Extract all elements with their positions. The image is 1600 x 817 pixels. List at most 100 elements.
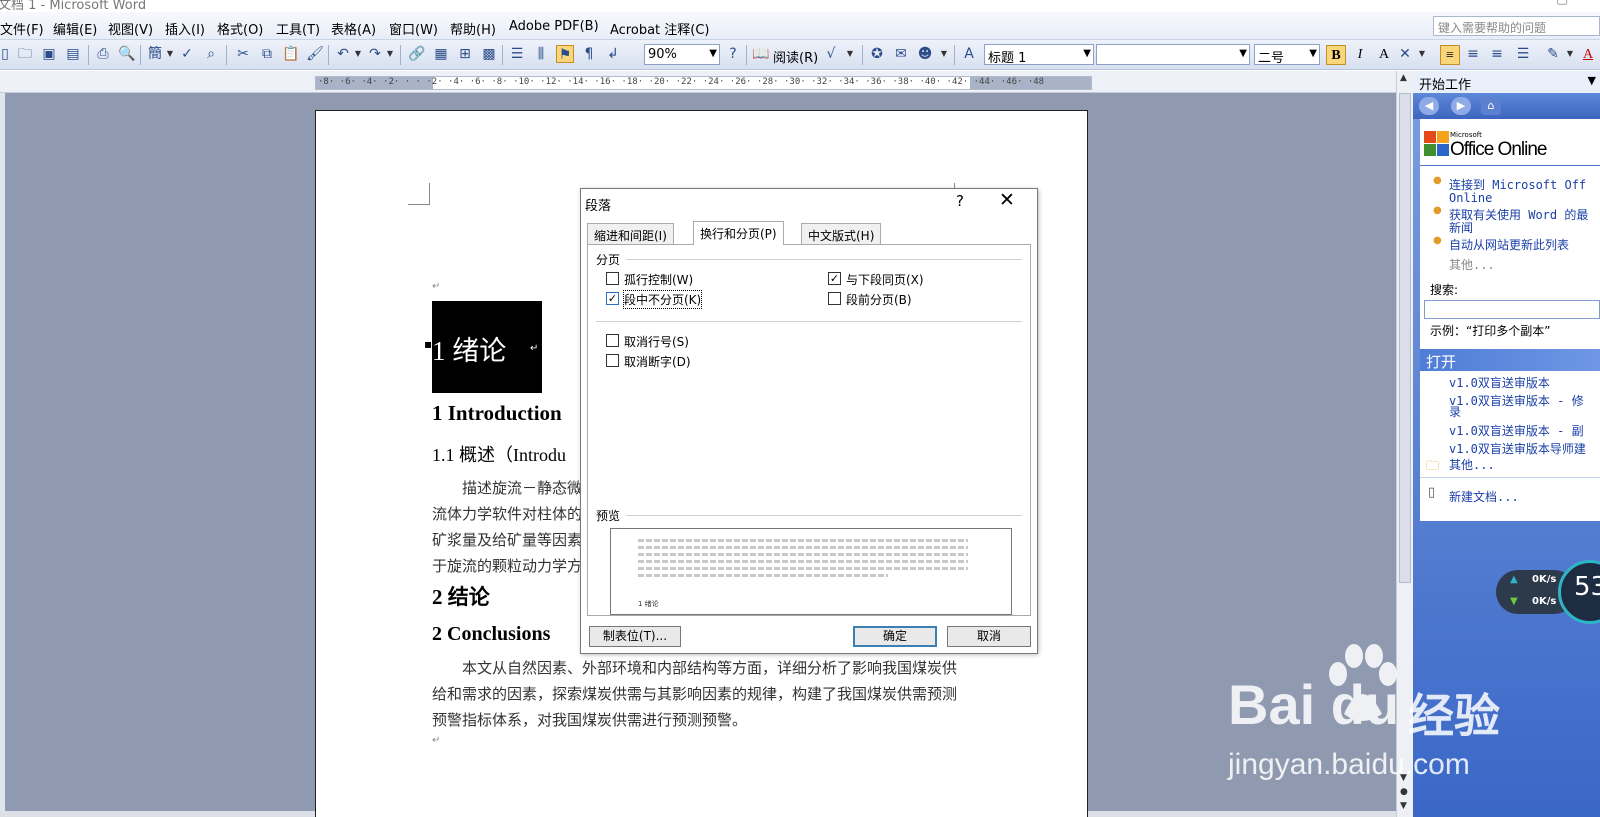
selected-heading-block[interactable]: 1 绪论 ↵ [432,301,542,393]
menu-table[interactable]: 表格(A) [331,19,376,38]
dont-hyphenate-checkbox[interactable] [606,354,619,367]
acrobat-email-icon[interactable]: ✉ [892,45,910,63]
font-size-select[interactable]: 二号 ▼ [1254,44,1320,65]
new-document-icon[interactable]: ▯ [0,45,14,63]
acrobat-review-icon[interactable]: ☻ [916,45,934,63]
font-select[interactable]: ▼ [1096,44,1250,65]
link-word-news-cont[interactable]: 新闻 [1449,222,1473,235]
char-shading-button[interactable]: A [1374,45,1394,65]
keep-with-next-checkbox[interactable]: ✓ [828,272,841,285]
equation-icon[interactable]: √ [822,45,840,63]
recent-doc-2-cont[interactable]: 录 [1449,406,1461,419]
permission-icon[interactable]: ▤ [64,45,82,63]
recent-doc-3[interactable]: v1.0双盲送审版本 - 副 [1449,425,1584,438]
minimize-button[interactable]: – [1511,0,1518,7]
page-break-before-label[interactable]: 段前分页(B) [846,291,912,308]
menu-insert[interactable]: 插入(I) [165,19,205,38]
next-page-icon[interactable]: ▼ [1400,801,1407,811]
menu-adobe-pdf[interactable]: Adobe PDF(B) [509,19,599,34]
chevron-down-icon[interactable]: ▼ [1418,45,1426,63]
insert-table-icon[interactable]: ⊞ [456,45,474,63]
chevron-down-icon[interactable]: ▼ [846,45,854,63]
ok-button[interactable]: 确定 [853,626,937,647]
link-more[interactable]: 其他... [1449,259,1495,272]
dialog-close-button[interactable]: ✕ [999,189,1015,211]
styles-icon[interactable]: A [960,45,978,63]
recent-doc-1[interactable]: v1.0双盲送审版本 [1449,377,1550,390]
suppress-line-numbers-checkbox[interactable] [606,334,619,347]
menu-tools[interactable]: 工具(T) [276,19,320,38]
tab-line-page-breaks[interactable]: 换行和分页(P) [693,221,784,245]
zoom-select[interactable]: 90% ▼ [644,44,720,65]
chevron-down-icon[interactable]: ▼ [1588,74,1596,87]
forward-icon[interactable]: ▶ [1451,97,1471,115]
maximize-button[interactable]: ▢ [1556,0,1568,7]
cancel-button[interactable]: 取消 [947,626,1031,647]
suppress-line-numbers-label[interactable]: 取消行号(S) [624,333,689,350]
page-break-before-checkbox[interactable] [828,292,841,305]
dont-hyphenate-label[interactable]: 取消断字(D) [624,353,691,370]
insert-excel-icon[interactable]: ▩ [480,45,498,63]
keep-with-next-label[interactable]: 与下段同页(X) [846,271,924,288]
research-icon[interactable]: ⌕ [202,45,220,63]
tables-borders-icon[interactable]: ▦ [432,45,450,63]
undo-icon[interactable]: ↶ [334,45,352,63]
help-search-input[interactable]: 键入需要帮助的问题 [1433,16,1600,36]
task-pane-search-input[interactable] [1424,300,1600,319]
bold-button[interactable]: B [1326,45,1346,65]
read-button[interactable]: 阅读(R) [773,47,818,66]
align-right-icon[interactable]: ≡ [1488,45,1506,63]
menu-acrobat-comments[interactable]: Acrobat 注释(C) [610,19,710,38]
print-preview-icon[interactable]: 🔍 [118,45,136,63]
chevron-down-icon[interactable]: ▼ [166,45,174,63]
italic-button[interactable]: I [1350,45,1370,65]
paste-icon[interactable]: 📋 [282,45,300,63]
drawing-icon[interactable]: ⫼ [532,45,550,63]
back-icon[interactable]: ◀ [1419,97,1439,115]
menu-edit[interactable]: 编辑(E) [53,19,97,38]
print-icon[interactable]: ⎙ [94,45,112,63]
show-hide-icon[interactable]: ¶ [580,45,598,63]
format-painter-icon[interactable]: 🖌 [306,45,324,63]
link-connect-online-cont[interactable]: Online [1449,192,1492,205]
read-icon[interactable]: 📖 [752,45,770,63]
recent-doc-4[interactable]: v1.0双盲送审版本导师建 [1449,443,1586,456]
open-folder-icon[interactable]: 🗀 [16,45,34,63]
columns-icon[interactable]: ☰ [508,45,526,63]
menu-format[interactable]: 格式(O) [217,19,263,38]
chevron-down-icon[interactable]: ▼ [354,45,362,63]
save-icon[interactable]: ▣ [40,45,58,63]
scrollbar-thumb[interactable] [1399,93,1411,583]
dialog-help-button[interactable]: ? [956,192,964,210]
cut-icon[interactable]: ✂ [234,45,252,63]
chevron-down-icon[interactable]: ▼ [386,45,394,63]
hyperlink-icon[interactable]: 🔗 [408,45,426,63]
scroll-up-icon[interactable]: ▲ [1400,73,1407,83]
simplified-chinese-icon[interactable]: 簡 [146,45,164,63]
chevron-down-icon[interactable]: ▼ [940,45,948,63]
menu-file[interactable]: 文件(F) [0,19,44,38]
align-center-icon[interactable]: ≡ [1464,45,1482,63]
open-more-link[interactable]: 其他... [1449,459,1495,472]
recent-doc-2[interactable]: v1.0双盲送审版本 - 修 [1449,395,1584,408]
horizontal-ruler[interactable]: ·8· ·6· ·4· ·2· · · ·2· ·4· ·6· ·8· ·10·… [315,76,1092,90]
strikethrough-icon[interactable]: ✕ [1396,45,1414,63]
align-left-button[interactable]: ≡ [1440,45,1460,65]
link-auto-update[interactable]: 自动从网站更新此列表 [1449,239,1569,252]
font-color-button[interactable]: A [1578,45,1598,65]
document-map-icon[interactable]: ⚑ [556,45,574,63]
menu-window[interactable]: 窗口(W) [389,19,438,38]
style-select[interactable]: 标题 1 ▼ [984,44,1094,65]
paragraph-mark-icon[interactable]: ↲ [604,45,622,63]
menu-help[interactable]: 帮助(H) [450,19,496,38]
home-icon[interactable]: ⌂ [1481,97,1501,115]
menu-view[interactable]: 视图(V) [108,19,153,38]
keep-lines-together-label[interactable]: 段中不分页(K) [622,290,703,309]
widow-control-checkbox[interactable] [606,272,619,285]
tab-indents-spacing[interactable]: 缩进和间距(I) [587,223,674,244]
copy-icon[interactable]: ⧉ [258,45,276,63]
widow-control-label[interactable]: 孤行控制(W) [624,271,693,288]
tabs-button[interactable]: 制表位(T)... [589,626,681,647]
keep-lines-together-checkbox[interactable]: ✓ [606,292,619,305]
acrobat-icon[interactable]: ✪ [868,45,886,63]
